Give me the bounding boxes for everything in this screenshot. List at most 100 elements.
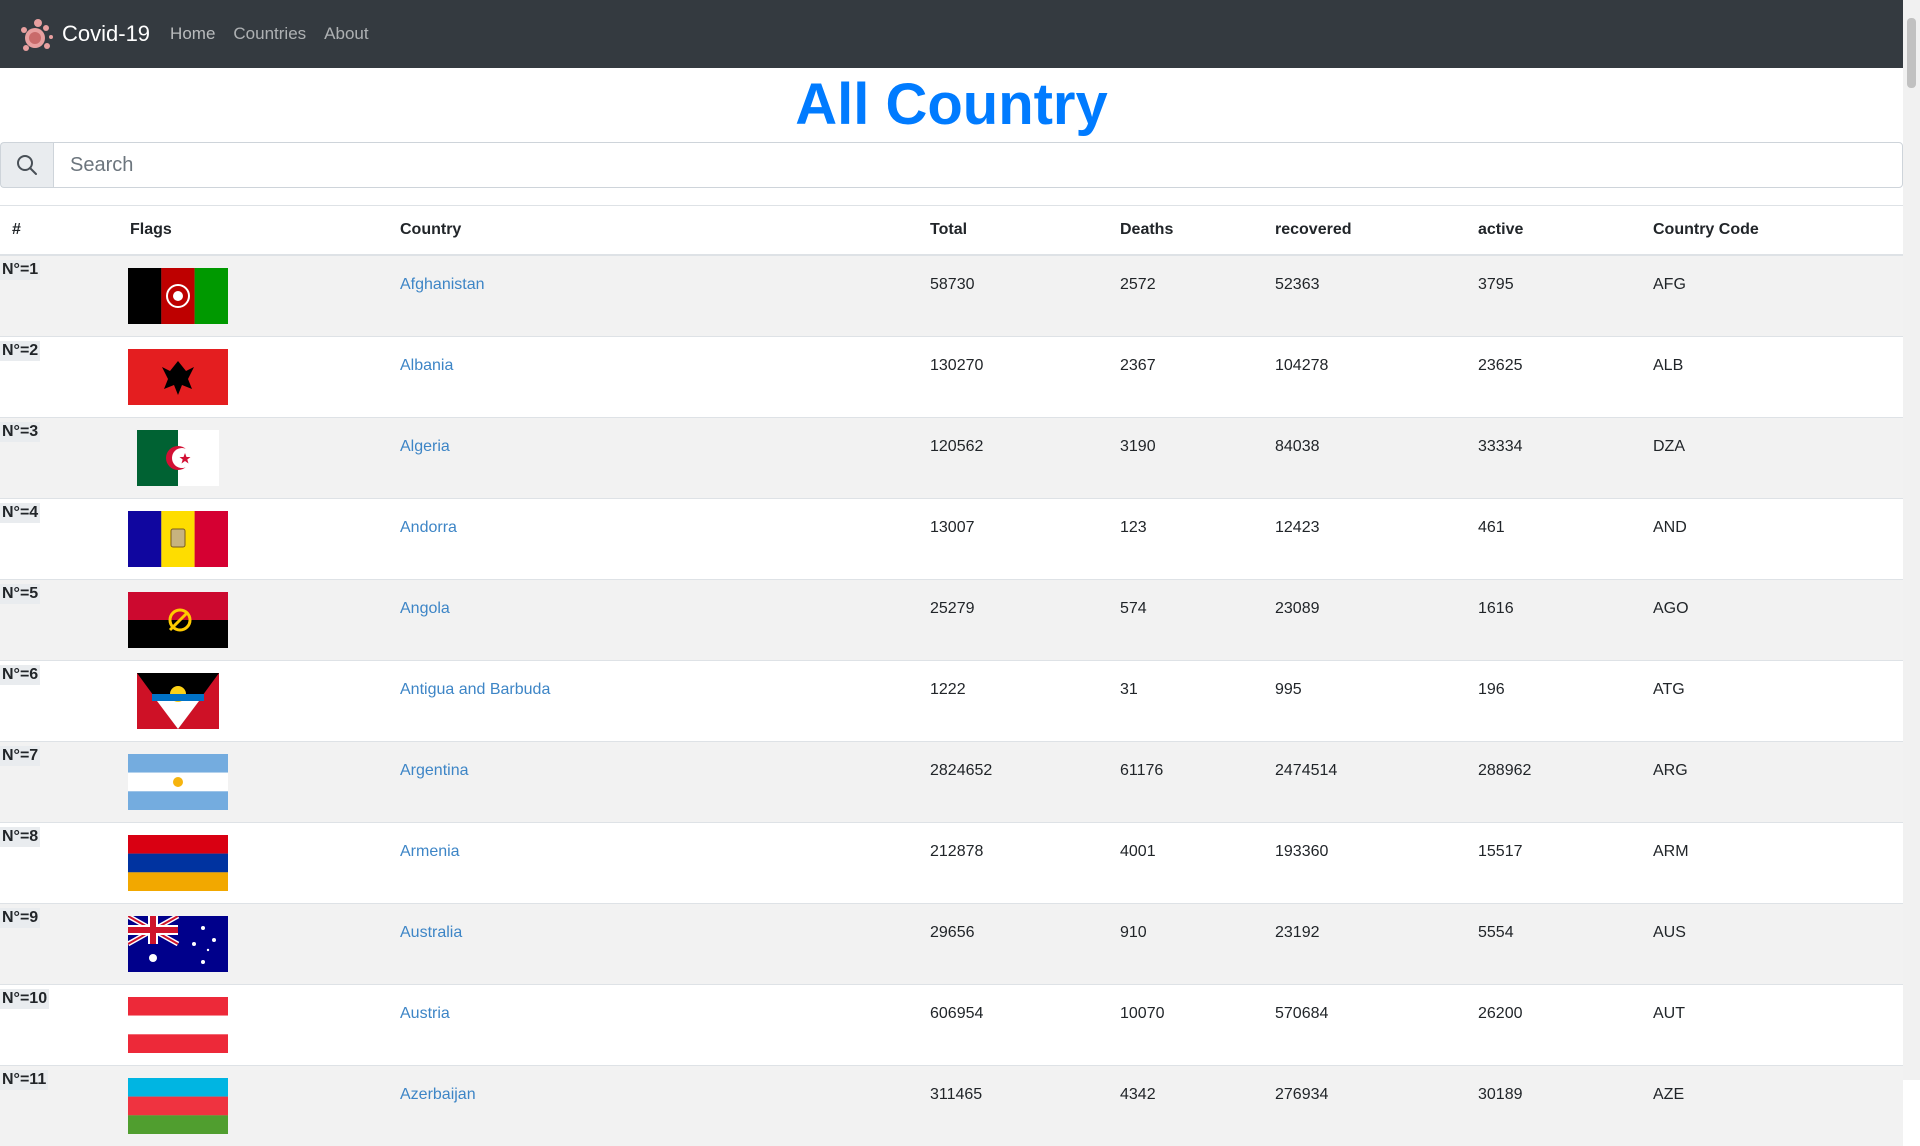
navbar: Covid-19 Home Countries About — [0, 0, 1920, 68]
cell-total: 2824652 — [918, 742, 1108, 823]
page-title: All Country — [0, 66, 1903, 144]
cell-total: 120562 — [918, 418, 1108, 499]
brand-link[interactable]: Covid-19 — [18, 14, 150, 54]
table-row: N°=4 Andorra 13007 123 12423 461 AND — [0, 499, 1903, 580]
andorra-flag — [128, 511, 228, 567]
nav-home[interactable]: Home — [170, 24, 215, 44]
row-number: N°=6 — [0, 665, 40, 685]
row-number: N°=11 — [0, 1070, 48, 1090]
scrollbar-thumb[interactable] — [1907, 18, 1916, 88]
country-link[interactable]: Afghanistan — [400, 276, 485, 293]
cell-country-code: AZE — [1641, 1066, 1903, 1146]
cell-recovered: 84038 — [1263, 418, 1466, 499]
country-link[interactable]: Algeria — [400, 438, 450, 455]
cell-total: 29656 — [918, 904, 1108, 985]
cell-deaths: 10070 — [1108, 985, 1263, 1066]
header-country: Country — [388, 206, 918, 256]
table-row: N°=5 Angola 25279 574 23089 1616 AGO — [0, 580, 1903, 661]
cell-deaths: 61176 — [1108, 742, 1263, 823]
cell-deaths: 4001 — [1108, 823, 1263, 904]
albania-flag — [128, 349, 228, 405]
cell-total: 1222 — [918, 661, 1108, 742]
cell-country-code: AGO — [1641, 580, 1903, 661]
cell-recovered: 23089 — [1263, 580, 1466, 661]
country-link[interactable]: Andorra — [400, 519, 457, 536]
cell-total: 13007 — [918, 499, 1108, 580]
cell-active: 30189 — [1466, 1066, 1641, 1146]
virus-icon — [18, 14, 58, 54]
cell-active: 461 — [1466, 499, 1641, 580]
cell-total: 130270 — [918, 337, 1108, 418]
australia-flag — [128, 916, 228, 972]
cell-active: 1616 — [1466, 580, 1641, 661]
cell-active: 23625 — [1466, 337, 1641, 418]
cell-country-code: AND — [1641, 499, 1903, 580]
country-link[interactable]: Antigua and Barbuda — [400, 681, 550, 698]
search-group — [0, 142, 1903, 188]
azerbaijan-flag — [128, 1078, 228, 1134]
row-number: N°=5 — [0, 584, 40, 604]
search-icon — [16, 154, 38, 176]
header-index: # — [0, 206, 118, 256]
country-link[interactable]: Australia — [400, 924, 462, 941]
cell-deaths: 2572 — [1108, 255, 1263, 337]
nav-links: Home Countries About — [170, 24, 387, 44]
cell-active: 33334 — [1466, 418, 1641, 499]
country-link[interactable]: Angola — [400, 600, 450, 617]
cell-recovered: 12423 — [1263, 499, 1466, 580]
cell-country-code: AFG — [1641, 255, 1903, 337]
header-active: active — [1466, 206, 1641, 256]
austria-flag — [128, 997, 228, 1053]
cell-recovered: 193360 — [1263, 823, 1466, 904]
cell-total: 25279 — [918, 580, 1108, 661]
country-link[interactable]: Azerbaijan — [400, 1086, 476, 1103]
table-row: N°=11 Azerbaijan 311465 4342 276934 3018… — [0, 1066, 1903, 1146]
nav-about[interactable]: About — [324, 24, 368, 44]
header-total: Total — [918, 206, 1108, 256]
search-addon — [0, 142, 53, 188]
countries-table-wrap: # Flags Country Total Deaths recovered a… — [0, 205, 1903, 1146]
country-link[interactable]: Argentina — [400, 762, 469, 779]
table-header-row: # Flags Country Total Deaths recovered a… — [0, 206, 1903, 256]
cell-recovered: 995 — [1263, 661, 1466, 742]
cell-deaths: 123 — [1108, 499, 1263, 580]
header-country-code: Country Code — [1641, 206, 1903, 256]
row-number: N°=4 — [0, 503, 40, 523]
row-number: N°=2 — [0, 341, 40, 361]
cell-recovered: 104278 — [1263, 337, 1466, 418]
cell-country-code: AUT — [1641, 985, 1903, 1066]
row-number: N°=7 — [0, 746, 40, 766]
cell-active: 288962 — [1466, 742, 1641, 823]
cell-country-code: ALB — [1641, 337, 1903, 418]
nav-countries[interactable]: Countries — [233, 24, 306, 44]
header-recovered: recovered — [1263, 206, 1466, 256]
cell-deaths: 2367 — [1108, 337, 1263, 418]
antigua-flag — [128, 673, 228, 729]
cell-total: 311465 — [918, 1066, 1108, 1146]
cell-recovered: 570684 — [1263, 985, 1466, 1066]
page-scrollbar[interactable] — [1903, 0, 1920, 1080]
search-input[interactable] — [53, 142, 1903, 188]
table-row: N°=2 Albania 130270 2367 104278 23625 AL… — [0, 337, 1903, 418]
table-row: N°=6 Antigua and Barbuda 1222 31 995 196… — [0, 661, 1903, 742]
cell-active: 196 — [1466, 661, 1641, 742]
cell-recovered: 52363 — [1263, 255, 1466, 337]
header-flags: Flags — [118, 206, 388, 256]
cell-total: 606954 — [918, 985, 1108, 1066]
table-row: N°=7 Argentina 2824652 61176 2474514 288… — [0, 742, 1903, 823]
table-row: N°=1 Afghanistan 58730 2572 52363 3795 A… — [0, 255, 1903, 337]
country-link[interactable]: Albania — [400, 357, 453, 374]
cell-deaths: 910 — [1108, 904, 1263, 985]
country-link[interactable]: Austria — [400, 1005, 450, 1022]
row-number: N°=9 — [0, 908, 40, 928]
cell-total: 58730 — [918, 255, 1108, 337]
angola-flag — [128, 592, 228, 648]
cell-recovered: 23192 — [1263, 904, 1466, 985]
cell-deaths: 574 — [1108, 580, 1263, 661]
row-number: N°=1 — [0, 260, 40, 280]
cell-recovered: 2474514 — [1263, 742, 1466, 823]
armenia-flag — [128, 835, 228, 891]
country-link[interactable]: Armenia — [400, 843, 460, 860]
cell-country-code: ARG — [1641, 742, 1903, 823]
row-number: N°=3 — [0, 422, 40, 442]
